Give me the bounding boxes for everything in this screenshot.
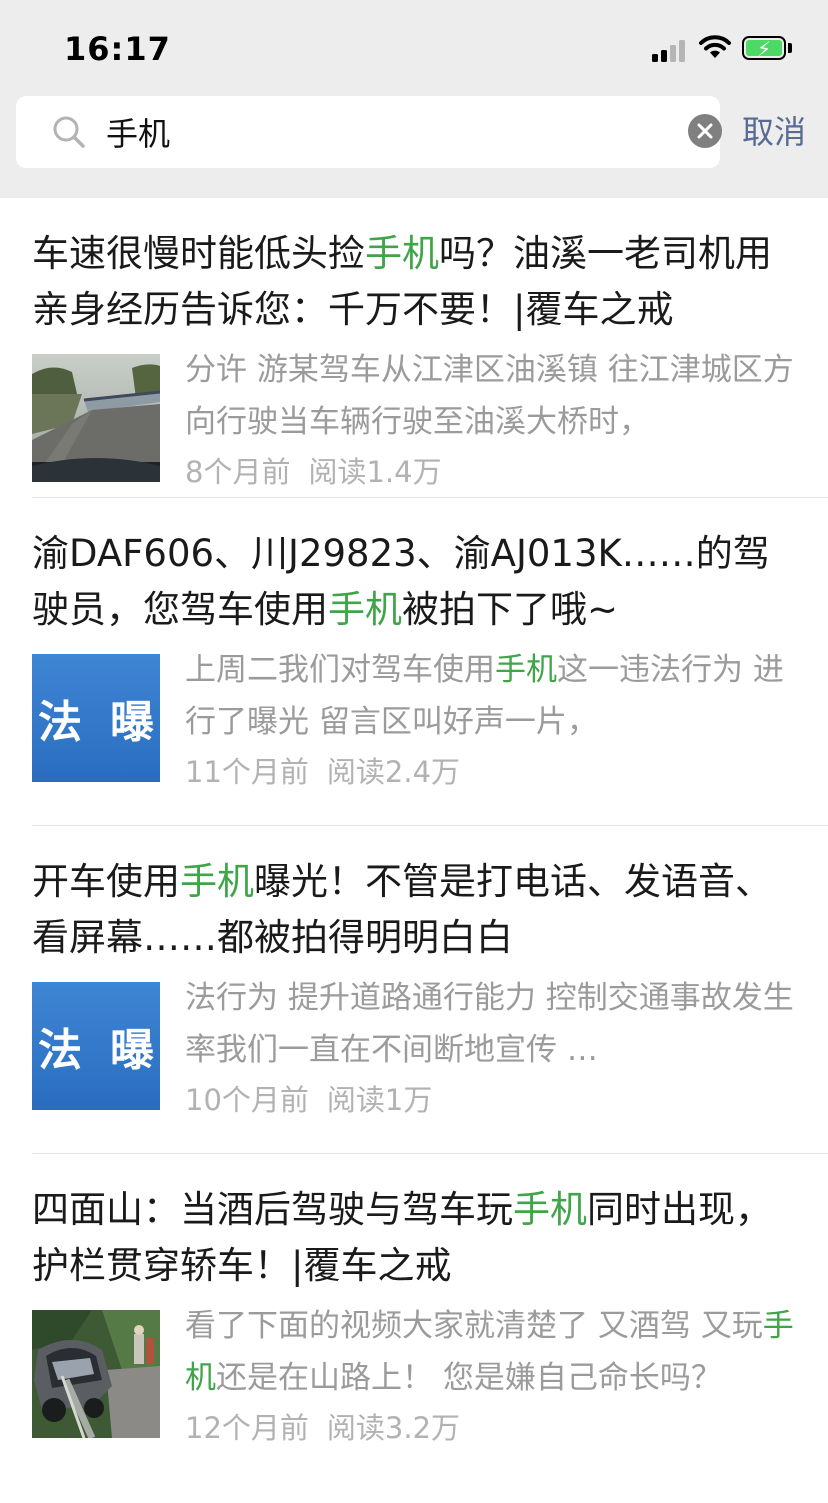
result-title: 四面山：当酒后驾驶与驾车玩手机同时出现，护栏贯穿轿车！|覆车之戒: [32, 1182, 796, 1294]
result-time: 10个月前: [185, 1083, 309, 1117]
result-digest: 法行为 提升道路通行能力 控制交通事故发生率我们一直在不间断地宣传 …: [185, 972, 796, 1076]
result-meta: 12个月前 阅读3.2万: [185, 1408, 460, 1448]
digest-text: 法行为 提升道路通行能力 控制交通事故发生率我们一直在不间断地宣传 …: [185, 980, 794, 1068]
result-thumbnail: [32, 1310, 160, 1438]
search-box[interactable]: [16, 96, 722, 168]
result-thumbnail: 法曝: [32, 982, 160, 1110]
result-thumbnail: 法曝: [32, 654, 160, 782]
result-item[interactable]: 四面山：当酒后驾驶与驾车玩手机同时出现，护栏贯穿轿车！|覆车之戒 看了下面的视频…: [32, 1154, 828, 1484]
status-bar: 16:17 ⚡: [0, 0, 828, 96]
result-time: 8个月前: [185, 455, 291, 489]
battery-tip: [788, 43, 792, 53]
wifi-icon: [699, 35, 731, 58]
digest-text: 分许 游某驾车从江津区油溪镇 往江津城区方向行驶当车辆行驶至油溪大桥时，: [185, 352, 794, 440]
result-item[interactable]: 开车使用手机曝光！不管是打电话、发语音、看屏幕……都被拍得明明白白 法曝 法行为…: [32, 826, 828, 1154]
result-item[interactable]: 渝DAF606、川J29823、渝AJ013K……的驾驶员，您驾车使用手机被拍下…: [32, 498, 828, 826]
result-reads: 阅读2.4万: [326, 755, 461, 789]
result-title: 车速很慢时能低头捡手机吗？油溪一老司机用亲身经历告诉您：千万不要！|覆车之戒: [32, 226, 796, 338]
result-digest: 上周二我们对驾车使用手机这一违法行为 进行了曝光 留言区叫好声一片，: [185, 644, 796, 748]
title-highlight: 手机: [180, 860, 254, 903]
status-time: 16:17: [64, 30, 171, 68]
result-reads: 阅读1万: [326, 1083, 433, 1117]
crash-photo-image: [32, 1310, 160, 1438]
thumb-char: 曝: [110, 697, 154, 748]
cancel-button[interactable]: 取消: [742, 110, 806, 154]
title-text: 被拍下了哦~: [402, 588, 619, 631]
close-icon: [697, 123, 713, 139]
result-item[interactable]: 车速很慢时能低头捡手机吗？油溪一老司机用亲身经历告诉您：千万不要！|覆车之戒 分…: [32, 198, 828, 498]
result-reads: 阅读1.4万: [308, 455, 442, 489]
digest-text: 看了下面的视频大家就清楚了 又酒驾 又玩: [185, 1308, 763, 1344]
result-meta: 11个月前 阅读2.4万: [185, 752, 460, 792]
search-results-list: 车速很慢时能低头捡手机吗？油溪一老司机用亲身经历告诉您：千万不要！|覆车之戒 分…: [0, 198, 828, 1484]
thumb-char: 法: [38, 1025, 82, 1076]
digest-highlight: 手机: [495, 652, 557, 688]
search-input[interactable]: [106, 110, 666, 154]
result-digest: 分许 游某驾车从江津区油溪镇 往江津城区方向行驶当车辆行驶至油溪大桥时，: [185, 344, 796, 448]
result-meta: 10个月前 阅读1万: [185, 1080, 432, 1120]
title-text: 车速很慢时能低头捡: [32, 232, 365, 275]
result-time: 12个月前: [185, 1411, 309, 1445]
result-title: 渝DAF606、川J29823、渝AJ013K……的驾驶员，您驾车使用手机被拍下…: [32, 526, 796, 638]
top-bar: 16:17 ⚡ 手机 取消: [0, 0, 828, 198]
clear-search-button[interactable]: [688, 114, 722, 148]
cellular-signal-icon: [652, 38, 688, 62]
title-highlight: 手机: [365, 232, 439, 275]
result-time: 11个月前: [185, 755, 309, 789]
title-highlight: 手机: [328, 588, 402, 631]
search-row: 取消: [0, 96, 828, 168]
title-text: 开车使用: [32, 860, 180, 903]
road-photo-image: [32, 354, 160, 482]
thumb-char: 曝: [110, 1025, 154, 1076]
result-reads: 阅读3.2万: [326, 1411, 461, 1445]
digest-text: 上周二我们对驾车使用: [185, 652, 495, 688]
search-icon: [53, 116, 85, 148]
result-meta: 8个月前 阅读1.4万: [185, 452, 442, 492]
title-highlight: 手机: [513, 1188, 587, 1231]
result-title: 开车使用手机曝光！不管是打电话、发语音、看屏幕……都被拍得明明白白: [32, 854, 796, 966]
digest-text: 还是在山路上！ 您是嫌自己命长吗？: [216, 1360, 722, 1396]
title-text: 四面山：当酒后驾驶与驾车玩: [32, 1188, 513, 1231]
result-digest: 看了下面的视频大家就清楚了 又酒驾 又玩手机还是在山路上！ 您是嫌自己命长吗？: [185, 1300, 796, 1404]
result-thumbnail: [32, 354, 160, 482]
battery-icon: ⚡: [742, 36, 786, 61]
thumb-char: 法: [38, 697, 82, 748]
